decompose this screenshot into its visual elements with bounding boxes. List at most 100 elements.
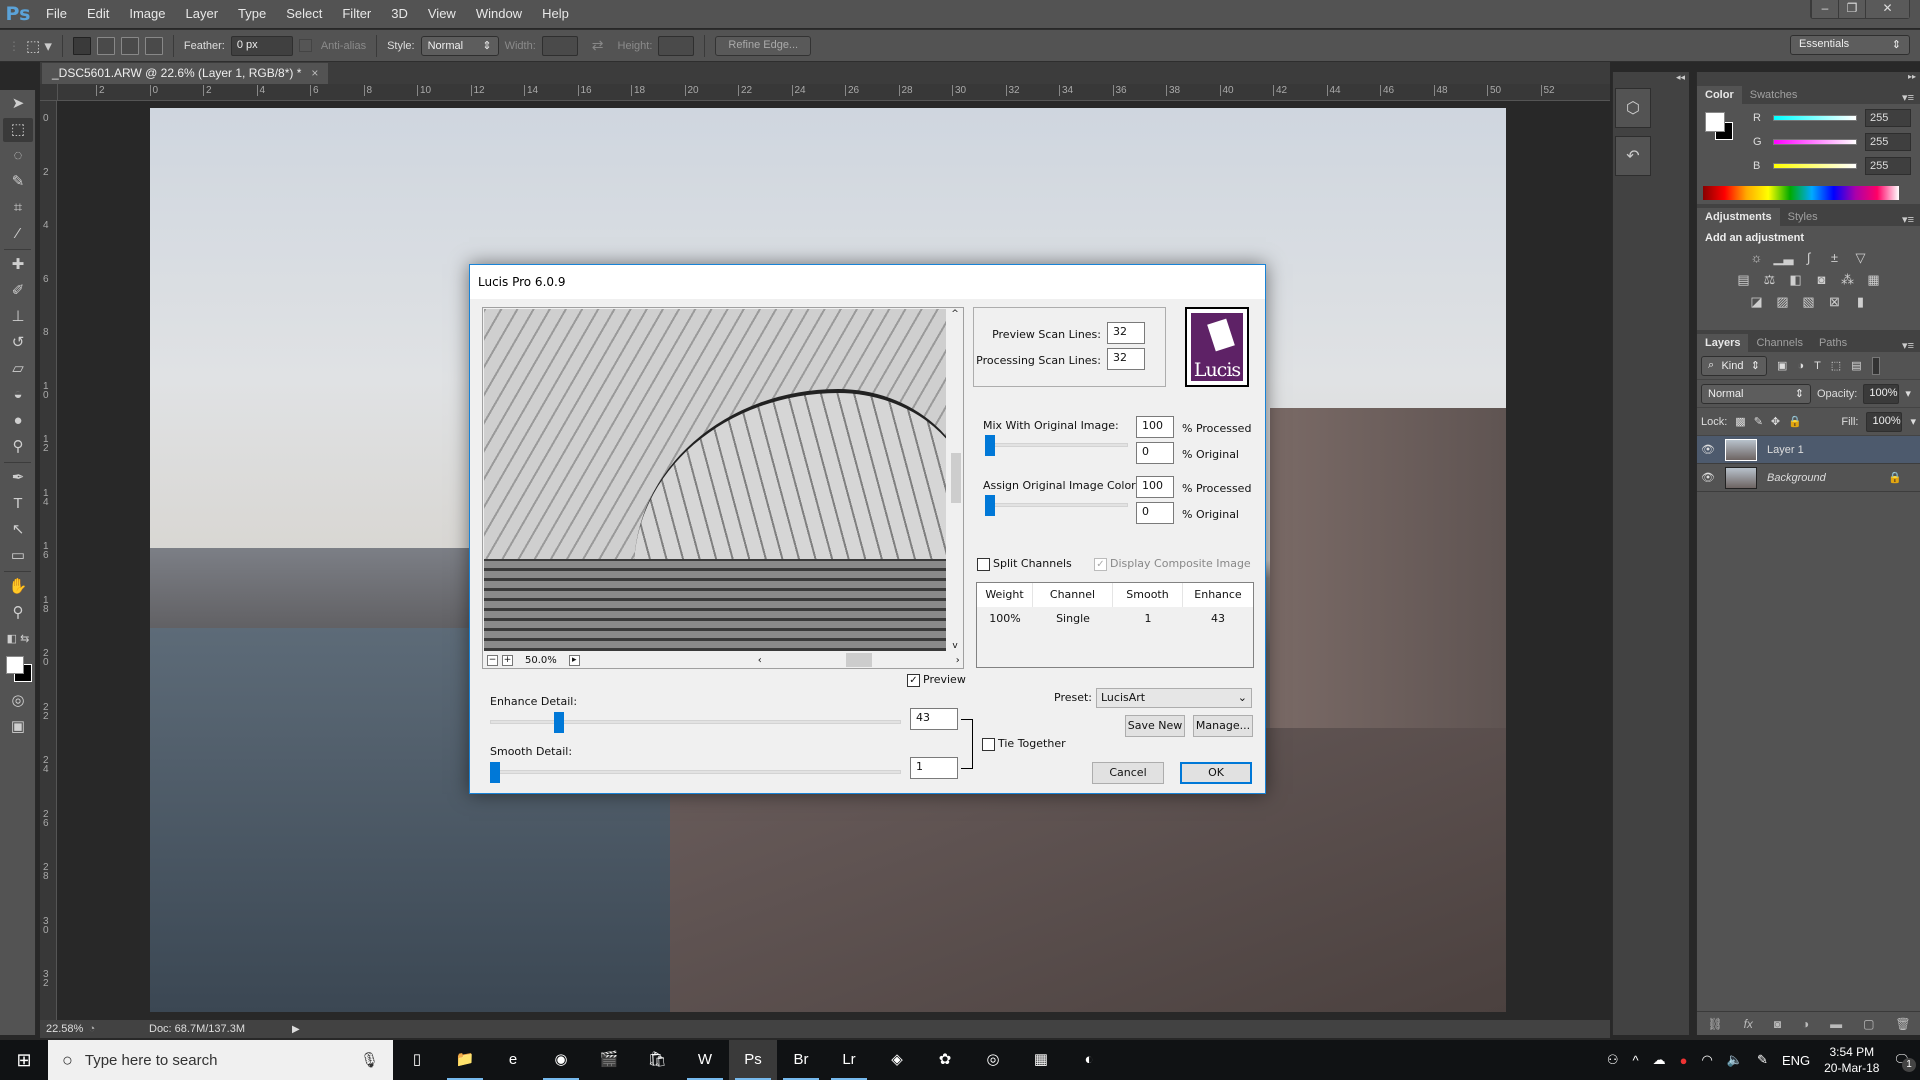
- action-center-icon[interactable]: 🗨 1: [1893, 1052, 1916, 1072]
- zoom-level[interactable]: 22.58%: [40, 1023, 83, 1035]
- layer-lock-icon[interactable]: 🔒: [1888, 471, 1902, 484]
- close-button[interactable]: ✕: [1865, 0, 1909, 18]
- brightness-contrast-icon[interactable]: ☼: [1748, 250, 1766, 266]
- r-slider[interactable]: [1773, 115, 1857, 121]
- red-status-app-icon[interactable]: ●: [1680, 1053, 1688, 1068]
- gradient-map-icon[interactable]: ▮: [1852, 294, 1870, 310]
- horizontal-ruler[interactable]: 2 0 2 4 6 8 10 12 14 16 18 20 22 24 26 28 30 32 34 36 38 40 42…: [58, 84, 1610, 101]
- filter-smart-object-icon[interactable]: ▤: [1851, 359, 1861, 372]
- black-white-icon[interactable]: ◧: [1787, 272, 1805, 288]
- file-explorer-taskbar-icon[interactable]: 📁: [441, 1040, 489, 1080]
- invert-icon[interactable]: ◪: [1748, 294, 1766, 310]
- new-selection-icon[interactable]: [72, 36, 91, 55]
- add-to-selection-icon[interactable]: [96, 36, 115, 55]
- history-brush-tool-icon[interactable]: ↺: [3, 331, 33, 355]
- filter-type-icon[interactable]: T: [1814, 360, 1821, 372]
- status-icon[interactable]: ◔: [82, 1023, 102, 1035]
- mix-slider-track[interactable]: [985, 443, 1128, 447]
- filter-pixel-icon[interactable]: ▣: [1777, 359, 1787, 372]
- ruler-origin[interactable]: [40, 84, 58, 101]
- healing-brush-tool-icon[interactable]: ✚: [3, 253, 33, 277]
- column-channel[interactable]: Channel: [1033, 583, 1113, 607]
- eraser-tool-icon[interactable]: ▱: [3, 357, 33, 381]
- preview-checkbox[interactable]: ✓: [907, 673, 920, 687]
- zoom-out-button[interactable]: −: [487, 654, 498, 666]
- color-lookup-icon[interactable]: ▦: [1865, 272, 1883, 288]
- menu-3d[interactable]: 3D: [381, 0, 418, 28]
- column-smooth[interactable]: Smooth: [1113, 583, 1183, 607]
- blend-mode-select[interactable]: Normal ⇕: [1701, 383, 1811, 404]
- menu-type[interactable]: Type: [228, 0, 276, 28]
- path-selection-tool-icon[interactable]: ↖: [3, 518, 33, 542]
- zoom-tool-icon[interactable]: ⚲: [3, 601, 33, 625]
- assign-slider-track[interactable]: [985, 503, 1128, 507]
- new-group-folder-icon[interactable]: ▬: [1830, 1017, 1842, 1031]
- panel-menu-icon[interactable]: ▾≡: [1902, 339, 1920, 352]
- color-balance-icon[interactable]: ⚖: [1761, 272, 1779, 288]
- delete-layer-trash-icon[interactable]: 🗑: [1895, 1017, 1910, 1031]
- filter-toggle[interactable]: [1871, 356, 1880, 375]
- scroll-right-icon[interactable]: ›: [956, 655, 960, 666]
- close-tab-icon[interactable]: ×: [311, 66, 318, 81]
- panel-menu-icon[interactable]: ▾≡: [1902, 213, 1920, 226]
- photoshop-taskbar-icon[interactable]: Ps: [729, 1040, 777, 1080]
- brush-tool-icon[interactable]: ✐: [3, 279, 33, 303]
- split-channels-checkbox[interactable]: [977, 557, 990, 571]
- tab-layers[interactable]: Layers: [1697, 334, 1749, 352]
- hand-tool-icon[interactable]: ✋: [3, 575, 33, 599]
- link-layers-icon[interactable]: ⛓: [1707, 1017, 1722, 1031]
- hue-saturation-icon[interactable]: ▤: [1735, 272, 1753, 288]
- tab-color[interactable]: Color: [1697, 86, 1742, 104]
- eyedropper-tool-icon[interactable]: ⁄: [3, 222, 33, 246]
- screen-mode-icon[interactable]: ▣: [3, 715, 33, 739]
- vertical-ruler[interactable]: 0 2 4 6 8 10 12 14 16 18 20 22 24 26 28 30 32: [40, 100, 57, 1020]
- clone-stamp-tool-icon[interactable]: ⊥: [3, 305, 33, 329]
- quick-mask-icon[interactable]: ◎: [3, 689, 33, 713]
- smooth-slider-thumb[interactable]: [490, 762, 500, 783]
- preview-image[interactable]: [484, 309, 946, 651]
- menu-layer[interactable]: Layer: [176, 0, 229, 28]
- 3d-panel-icon[interactable]: ⬡: [1615, 88, 1651, 128]
- foreground-color-swatch[interactable]: [1705, 112, 1725, 132]
- foreground-background-swatch[interactable]: [3, 653, 32, 687]
- smooth-slider-track[interactable]: [490, 770, 901, 774]
- posterize-icon[interactable]: ▨: [1774, 294, 1792, 310]
- filter-adjustment-icon[interactable]: ◑: [1797, 360, 1804, 372]
- smooth-detail-input[interactable]: 1: [910, 757, 958, 779]
- fill-dropdown-icon[interactable]: ▾: [1910, 415, 1916, 428]
- b-slider[interactable]: [1773, 163, 1857, 169]
- show-hidden-icons-chevron[interactable]: ^: [1633, 1053, 1639, 1068]
- enhance-slider-track[interactable]: [490, 720, 901, 724]
- vibrance-icon[interactable]: ▽: [1852, 250, 1870, 266]
- curves-icon[interactable]: ∫: [1800, 250, 1818, 266]
- lightroom-taskbar-icon[interactable]: Lr: [825, 1040, 873, 1080]
- tie-together-checkbox[interactable]: [982, 737, 995, 751]
- layer-row-background[interactable]: 👁 Background 🔒: [1697, 464, 1920, 492]
- assign-slider-thumb[interactable]: [985, 495, 995, 516]
- layer-style-fx-icon[interactable]: fx: [1744, 1017, 1753, 1031]
- document-tab[interactable]: _DSC5601.ARW @ 22.6% (Layer 1, RGB/8*) *…: [42, 63, 329, 84]
- subtract-from-selection-icon[interactable]: [120, 36, 139, 55]
- channel-mixer-icon[interactable]: ⁂: [1839, 272, 1857, 288]
- tab-swatches[interactable]: Swatches: [1742, 86, 1806, 104]
- table-row[interactable]: 100% Single 1 43: [977, 607, 1253, 627]
- menu-image[interactable]: Image: [119, 0, 175, 28]
- add-mask-icon[interactable]: ◙: [1774, 1017, 1781, 1031]
- assign-processed-input[interactable]: 100: [1136, 476, 1174, 498]
- threshold-icon[interactable]: ▧: [1800, 294, 1818, 310]
- paint-bucket-tool-icon[interactable]: ◒: [3, 383, 33, 407]
- swap-colors-icon[interactable]: ◧ ⇆: [3, 627, 33, 651]
- restore-button[interactable]: ❐: [1838, 0, 1865, 18]
- move-tool-icon[interactable]: ➤: [3, 92, 33, 116]
- tab-paths[interactable]: Paths: [1811, 334, 1855, 352]
- layer-filter-select[interactable]: ⌕ Kind ⇕: [1701, 355, 1767, 376]
- save-new-button[interactable]: Save New: [1125, 715, 1185, 737]
- ok-button[interactable]: OK: [1180, 762, 1252, 784]
- menu-file[interactable]: File: [36, 0, 77, 28]
- movies-taskbar-icon[interactable]: 🎬: [585, 1040, 633, 1080]
- lock-transparent-icon[interactable]: ▩: [1735, 415, 1745, 428]
- word-taskbar-icon[interactable]: W: [681, 1040, 729, 1080]
- lock-pixels-icon[interactable]: ✎: [1754, 415, 1763, 428]
- g-slider[interactable]: [1773, 139, 1857, 145]
- people-icon[interactable]: ⚇: [1607, 1052, 1619, 1068]
